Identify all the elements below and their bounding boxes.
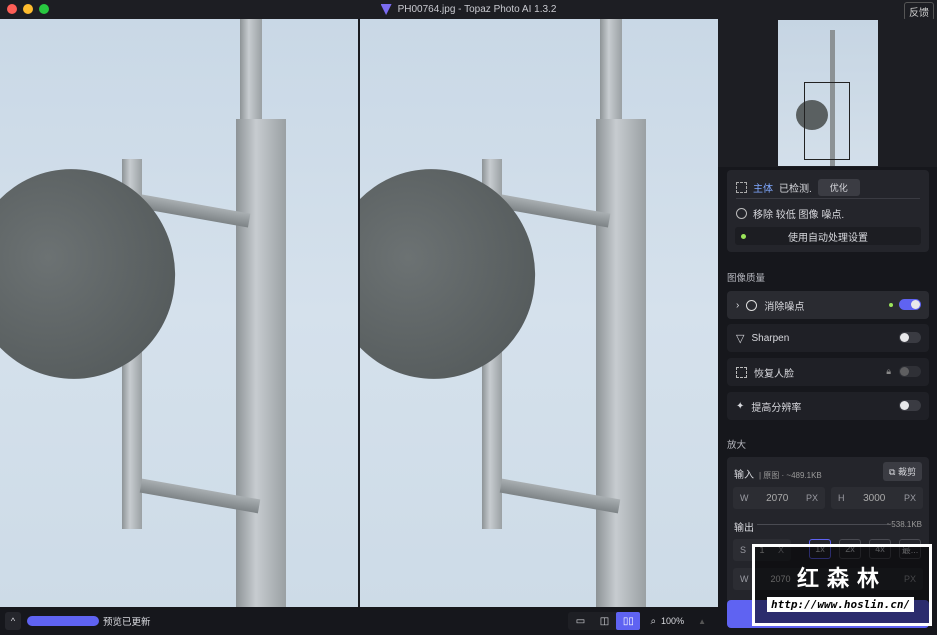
crop-label: 裁剪 [897,467,916,477]
output-label: 输出 [734,523,754,534]
filter-label: 消除噪点 [764,301,805,313]
sharpen-toggle[interactable] [899,332,921,343]
input-width-field[interactable]: W 2070 PX [733,487,825,509]
filter-denoise[interactable]: › 消除噪点 [727,291,929,319]
zoom-icon[interactable]: ⌕ [650,616,656,627]
maximize-window-button[interactable] [39,4,49,14]
app-logo-icon [380,4,392,15]
detected-label: 已检测. [779,184,812,195]
noise-hint: 移除 较低 图像 噪点. [753,210,845,221]
crop-icon: ⧉ [889,467,898,477]
filter-label: Sharpen [751,332,790,344]
subject-icon [736,182,747,193]
section-image-quality: 图像质量 [727,273,766,284]
viewport-box[interactable] [804,82,850,160]
filter-upscale[interactable]: ✦ 提高分辨率 [727,392,929,420]
denoise-icon [736,208,747,219]
filter-label: 提高分辨率 [751,402,802,414]
window-title: PH00764.jpg - Topaz Photo AI 1.3.2 [397,4,557,15]
processed-preview[interactable] [360,19,718,607]
sparkle-icon: ✦ [736,400,745,412]
sidebar: 主体 已检测. 优化 移除 较低 图像 噪点. 使用自动处理设置 图像质量 › … [718,19,937,628]
unit: PX [903,493,916,503]
filter-face-recovery[interactable]: 恢复人脸 🔒︎ [727,358,929,386]
status-dot [741,234,746,239]
pole [236,119,286,607]
status-text: 预览已更新 [103,617,151,628]
face-toggle[interactable] [899,366,921,377]
status-dot [889,303,893,307]
watermark: 红森林 http://www.hoslin.cn/ [752,544,932,626]
close-window-button[interactable] [7,4,17,14]
output-size: ~538.1KB [886,520,922,529]
original-preview[interactable] [0,19,358,607]
title-bar: PH00764.jpg - Topaz Photo AI 1.3.2 反馈 [0,0,937,21]
minimize-window-button[interactable] [23,4,33,14]
input-label: 输入 [734,470,754,481]
upscale-toggle[interactable] [899,400,921,411]
chevron-right-icon[interactable]: › [736,300,739,311]
subject-label: 主体 [753,184,773,195]
lock-icon: 🔒︎ [886,366,891,376]
bottom-bar: ^ 预览已更新 ▭ ◫ ▯▯ ⌕ 100% ▲ [0,607,718,635]
optimize-button[interactable]: 优化 [817,179,860,196]
dish [0,149,195,399]
auto-settings-label: 使用自动处理设置 [788,232,868,244]
navigator [718,19,937,167]
side-by-side-icon[interactable]: ▯▯ [616,612,641,630]
zoom-level[interactable]: 100% [661,616,684,626]
filter-sharpen[interactable]: ▽ Sharpen [727,324,929,352]
denoise-toggle[interactable] [899,299,921,310]
w-value: 2070 [766,492,789,504]
face-icon [736,366,747,378]
progress-bar [27,616,99,626]
single-view-icon[interactable]: ▭ [568,612,592,630]
crop-button[interactable]: ⧉ 裁剪 [883,462,922,481]
h-value: 3000 [863,492,886,504]
chevron-up-icon[interactable]: ^ [5,612,21,630]
section-upscale: 放大 [727,440,747,451]
filter-label: 恢复人脸 [754,368,794,380]
autopilot-card: 主体 已检测. 优化 移除 较低 图像 噪点. 使用自动处理设置 [727,170,929,252]
navigator-thumbnail[interactable] [778,20,878,166]
pole [596,119,646,607]
split-view-icon[interactable]: ◫ [592,612,616,630]
zoom-menu-icon[interactable]: ▲ [698,617,706,626]
unit: PX [805,493,818,503]
auto-settings-button[interactable]: 使用自动处理设置 [735,227,921,245]
w-label: W [740,574,749,584]
w-label: W [740,493,749,503]
pole-top [240,19,262,129]
input-height-field[interactable]: H 3000 PX [831,487,923,509]
input-meta: | 原图 · ~489.1KB [759,471,822,480]
sharpen-icon: ▽ [736,332,745,345]
pole-top [600,19,622,129]
denoise-icon [746,299,758,311]
dish [360,149,555,399]
